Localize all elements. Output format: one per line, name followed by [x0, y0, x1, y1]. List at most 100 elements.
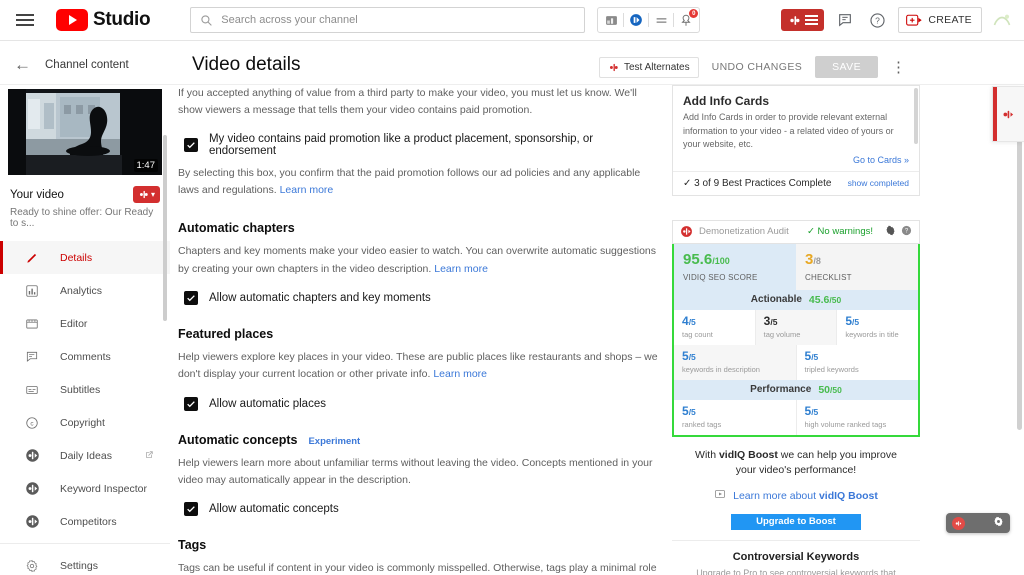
learn-more-link[interactable]: Learn more	[280, 184, 334, 196]
featured-places-heading: Featured places	[178, 327, 662, 341]
metric-value: 4/5	[682, 313, 696, 328]
image-extension-icon[interactable]	[601, 10, 621, 30]
description-text: Help viewers explore key places in your …	[178, 350, 658, 381]
seo-score-value: 95.6	[683, 250, 713, 268]
performance-metrics-row: 5/5 ranked tags 5/5 high volume ranked t…	[674, 399, 918, 435]
kebab-menu-icon[interactable]: ⋮	[891, 60, 906, 75]
automatic-concepts-heading: Automatic concepts Experiment	[178, 433, 662, 447]
upgrade-to-boost-button[interactable]: Upgrade to Boost	[731, 513, 861, 530]
automatic-chapters-checkbox-row[interactable]: Allow automatic chapters and key moments	[184, 290, 662, 305]
paid-promotion-note-text: By selecting this box, you confirm that …	[178, 166, 641, 196]
sidebar-item-keyword-inspector[interactable]: Keyword Inspector	[0, 472, 170, 505]
actionable-metrics-row-1: 4/5 tag count 3/5 tag volume 5/5 keyword…	[674, 309, 919, 345]
band-name: Actionable	[750, 294, 802, 305]
avatar[interactable]	[992, 10, 1012, 30]
divider	[623, 13, 625, 27]
sidebar-item-subtitles[interactable]: Subtitles	[0, 373, 170, 406]
pencil-icon	[22, 251, 42, 265]
create-button[interactable]: CREATE	[898, 7, 982, 33]
featured-places-checkbox[interactable]	[184, 396, 198, 411]
gear-icon[interactable]	[885, 223, 896, 241]
hamburger-icon[interactable]	[14, 9, 36, 31]
video-thumbnail[interactable]: 1:47	[8, 89, 162, 175]
paid-promotion-checkbox-row[interactable]: My video contains paid promotion like a …	[184, 133, 662, 157]
sidebar-item-daily-ideas[interactable]: Daily Ideas	[0, 439, 170, 472]
vidiq-blue-icon[interactable]	[626, 10, 646, 30]
metric-label: tag count	[682, 329, 713, 339]
vidiq-grey-icon	[22, 481, 42, 496]
divider	[0, 543, 170, 544]
sidebar-item-analytics[interactable]: Analytics	[0, 274, 170, 307]
page-scrollbar[interactable]	[1017, 130, 1022, 430]
checklist-denominator: /8	[813, 255, 821, 266]
metric-value: 5/5	[804, 403, 819, 418]
info-cards-description: Add Info Cards in order to provide relev…	[683, 112, 894, 149]
notification-pin-icon[interactable]: 0	[676, 9, 699, 30]
sidebar-item-competitors[interactable]: Competitors	[0, 505, 170, 538]
vidiq-floating-widget[interactable]	[946, 513, 1010, 533]
automatic-chapters-checkbox[interactable]	[184, 290, 198, 305]
heading-text: Automatic chapters	[178, 221, 295, 236]
feedback-icon[interactable]	[834, 9, 856, 31]
metric-value: 5/5	[682, 403, 696, 418]
sidebar-item-details[interactable]: Details	[0, 241, 170, 274]
gear-icon[interactable]	[993, 514, 1004, 532]
search-box[interactable]	[190, 7, 586, 33]
vidiq-audit-widget: Demonetization Audit ✓ No warnings! ? 95…	[672, 219, 920, 575]
arrow-left-icon[interactable]: ←	[14, 56, 31, 73]
metric-value: 5/5	[804, 348, 819, 363]
search-input[interactable]	[221, 14, 562, 26]
info-cards-card: Add Info Cards Add Info Cards in order t…	[672, 85, 920, 196]
vidiq-menu-button[interactable]	[781, 9, 825, 31]
list-extension-icon[interactable]	[651, 10, 671, 30]
back-to-channel-content[interactable]: ← Channel content	[14, 56, 129, 73]
controversial-keywords-block: Controversial Keywords Upgrade to Pro to…	[672, 539, 920, 575]
check-icon	[187, 295, 195, 302]
right-panel: Add Info Cards Add Info Cards in order t…	[672, 85, 920, 575]
video-title-row: Your video ▾	[10, 186, 160, 203]
paid-promotion-checkbox[interactable]	[184, 137, 198, 152]
help-icon[interactable]: ?	[866, 9, 888, 31]
learn-more-link[interactable]: Learn more	[433, 368, 487, 380]
sidebar-scrollbar[interactable]	[163, 135, 167, 321]
vidiq-burger-icon	[805, 13, 819, 26]
studio-brand[interactable]: Studio	[56, 9, 151, 31]
sidebar-item-settings[interactable]: Settings	[0, 549, 170, 575]
metric-label: tripled keywords	[804, 364, 859, 374]
description-text: Tags can be useful if content in your vi…	[178, 562, 657, 575]
chevron-down-icon: ▾	[150, 190, 155, 199]
video-subtitle: Ready to shine offer: Our Ready to s...	[10, 207, 154, 229]
metric-label: high volume ranked tags	[804, 419, 887, 429]
checklist-value-row: 3/8	[805, 251, 909, 269]
show-completed-link[interactable]: show completed	[848, 178, 909, 188]
test-alternates-button[interactable]: Test Alternates	[599, 56, 699, 78]
checklist-label: CHECKLIST	[805, 272, 852, 282]
vidiq-mark-icon	[952, 516, 965, 530]
sidebar-item-comments[interactable]: Comments	[0, 340, 170, 373]
video-duration: 1:47	[133, 159, 158, 172]
help-icon[interactable]: ?	[901, 223, 912, 241]
performance-band: Performance 50/50	[674, 379, 918, 400]
go-to-cards-link[interactable]: Go to Cards »	[683, 155, 909, 165]
automatic-concepts-checkbox[interactable]	[184, 502, 198, 517]
automatic-concepts-checkbox-label: Allow automatic concepts	[209, 503, 339, 516]
automatic-concepts-checkbox-row[interactable]: Allow automatic concepts	[184, 502, 662, 517]
metric-label: keywords in title	[845, 329, 899, 339]
sidebar-item-editor[interactable]: Editor	[0, 307, 170, 340]
undo-changes-button[interactable]: UNDO CHANGES	[712, 61, 803, 73]
learn-more-link[interactable]: Learn more	[434, 263, 488, 275]
score-row: 95.6/100 VIDIQ SEO SCORE 3/8 CHECKLIST	[674, 243, 918, 290]
vidiq-video-pill[interactable]: ▾	[132, 186, 160, 203]
vidiq-mark-icon	[609, 63, 618, 71]
sidebar-item-copyright[interactable]: c Copyright	[0, 406, 170, 439]
save-button[interactable]: SAVE	[815, 56, 878, 78]
automatic-chapters-description: Chapters and key moments make your video…	[178, 243, 662, 278]
vidiq-mark-icon	[139, 190, 148, 199]
card-scrollbar[interactable]	[914, 88, 918, 144]
metric-value: 3/5	[763, 313, 778, 328]
learn-more-boost-link[interactable]: Learn more about vidIQ Boost	[684, 487, 908, 505]
vidiq-side-tab[interactable]	[992, 86, 1024, 142]
heading-text: Automatic concepts	[178, 432, 298, 447]
featured-places-checkbox-row[interactable]: Allow automatic places	[184, 396, 662, 411]
vidiq-tab-icon	[1003, 110, 1014, 118]
